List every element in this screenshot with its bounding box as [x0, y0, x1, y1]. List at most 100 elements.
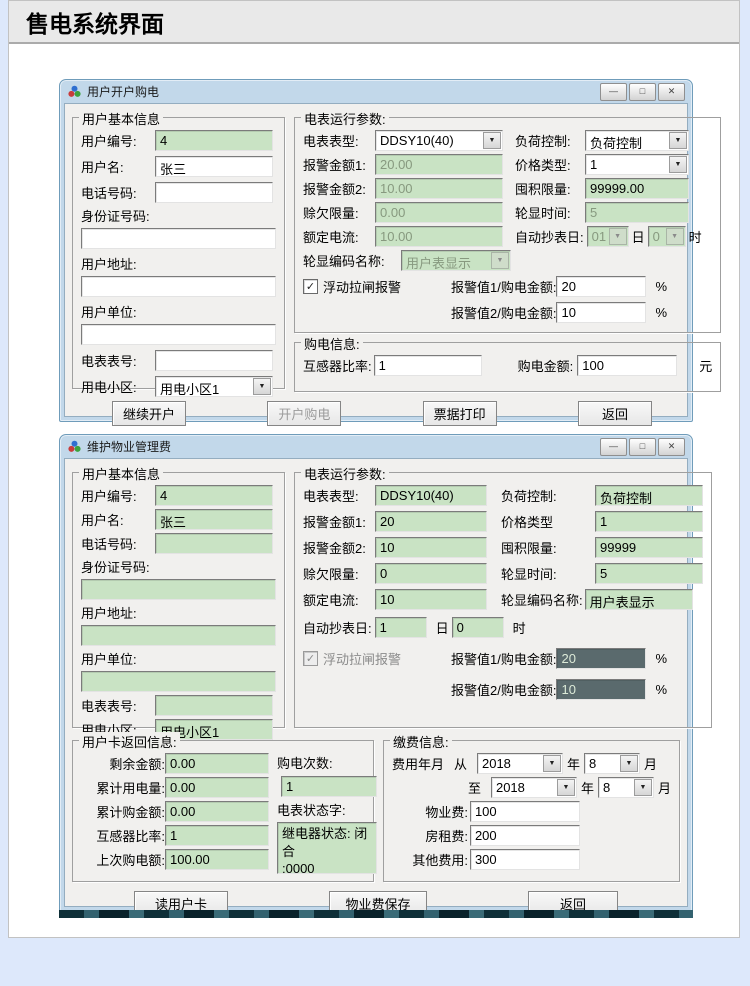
titlebar[interactable]: 用户开户购电 — □ ✕: [64, 80, 688, 103]
rated-current-field: 10: [375, 589, 487, 610]
cycle-time-label: 轮显时间:: [515, 203, 585, 222]
dropdown-arrow-icon: ▼: [669, 132, 687, 149]
alarm-value2-label: 报警值2/购电金额:: [451, 680, 556, 699]
meter-type-dropdown[interactable]: DDSY10(40) ▼: [375, 130, 503, 151]
float-alarm-checkbox-group[interactable]: ✓ 浮动拉闸报警: [303, 277, 451, 296]
content-panel: 售电系统界面 用户开户购电 — □ ✕ 用户基本信息 用户编号: 4: [8, 0, 740, 938]
group-payment-info: 缴费信息: 费用年月 从 2018 ▼ 年 8 ▼ 月 至: [383, 740, 680, 882]
unit-label: 用户单位:: [81, 649, 137, 668]
checkbox-checked-icon: ✓: [303, 651, 318, 666]
group-legend: 电表运行参数:: [301, 109, 389, 128]
unit-field: [81, 671, 276, 692]
percent-sign: %: [655, 305, 667, 320]
hoard-limit-field: 99999.00: [585, 178, 689, 199]
phone-input[interactable]: [155, 182, 273, 203]
load-control-dropdown[interactable]: 负荷控制 ▼: [585, 130, 689, 151]
address-label: 用户地址:: [81, 603, 137, 622]
checkbox-checked-icon[interactable]: ✓: [303, 279, 318, 294]
meter-type-field: DDSY10(40): [375, 485, 487, 506]
alarm-value1-label: 报警值1/购电金额:: [451, 277, 556, 296]
dropdown-arrow-icon: ▼: [669, 156, 687, 173]
load-control-label: 负荷控制:: [501, 486, 595, 505]
meter-type-label: 电表表型:: [303, 131, 375, 150]
alarm-value1-label: 报警值1/购电金额:: [451, 649, 556, 668]
user-name-input[interactable]: 张三: [155, 156, 273, 177]
year-unit-label: 年: [581, 778, 594, 797]
purchase-times-field: 1: [281, 776, 377, 797]
to-month-dropdown[interactable]: 8 ▼: [598, 777, 654, 798]
to-year-value: 2018: [492, 778, 556, 797]
from-year-dropdown[interactable]: 2018 ▼: [477, 753, 563, 774]
auto-read-label: 自动抄表日:: [515, 227, 584, 246]
rent-fee-input[interactable]: 200: [470, 825, 580, 846]
window-body: 用户基本信息 用户编号: 4 用户名: 张三 电话号码: 身份证号码: 用户地址…: [64, 458, 688, 907]
open-account-purchase-button: 开户购电: [267, 401, 341, 426]
print-receipt-button[interactable]: 票据打印: [423, 401, 497, 426]
id-input[interactable]: [81, 228, 276, 249]
dropdown-arrow-icon: ▼: [491, 252, 509, 269]
ct-ratio-input[interactable]: 1: [374, 355, 482, 376]
credit-limit-field: 0.00: [375, 202, 503, 223]
from-month-dropdown[interactable]: 8 ▼: [584, 753, 640, 774]
user-no-field: 4: [155, 130, 273, 151]
address-label: 用户地址:: [81, 254, 137, 273]
dropdown-arrow-icon: ▼: [557, 779, 575, 796]
close-button[interactable]: ✕: [658, 438, 685, 456]
to-year-dropdown[interactable]: 2018 ▼: [491, 777, 577, 798]
fee-period-label: 费用年月: [392, 754, 444, 773]
credit-limit-field: 0: [375, 563, 487, 584]
back-button[interactable]: 返回: [578, 401, 652, 426]
app-icon: [67, 84, 82, 99]
from-label: 从: [454, 754, 467, 773]
meter-no-input[interactable]: [155, 350, 273, 371]
month-unit-label: 月: [644, 754, 657, 773]
dropdown-arrow-icon: ▼: [666, 228, 684, 245]
window-title: 用户开户购电: [87, 83, 595, 100]
total-purchase-field: 0.00: [165, 801, 269, 822]
unit-input[interactable]: [81, 324, 276, 345]
minimize-button[interactable]: —: [600, 438, 627, 456]
cycle-code-label: 轮显编码名称:: [501, 590, 583, 609]
rated-current-field: 10.00: [375, 226, 503, 247]
cycle-time-label: 轮显时间:: [501, 564, 595, 583]
from-month-value: 8: [585, 754, 619, 773]
maximize-button[interactable]: □: [629, 83, 656, 101]
price-type-dropdown[interactable]: 1 ▼: [585, 154, 689, 175]
user-name-field: 张三: [155, 509, 273, 530]
purchase-times-label: 购电次数:: [277, 753, 377, 772]
total-energy-field: 0.00: [165, 777, 269, 798]
id-field: [81, 579, 276, 600]
rated-current-label: 额定电流:: [303, 227, 375, 246]
load-control-label: 负荷控制:: [515, 131, 585, 150]
alarm-value2-input[interactable]: 10: [556, 302, 646, 323]
group-purchase-info: 购电信息: 互感器比率: 1 购电金额: 100 元: [294, 342, 721, 392]
cycle-time-field: 5: [595, 563, 703, 584]
meter-type-label: 电表表型:: [303, 486, 375, 505]
meter-status-field: 继电器状态: 闭合 ;0000: [277, 822, 377, 874]
rent-fee-label: 房租费:: [392, 826, 468, 845]
alarm-value1-input[interactable]: 20: [556, 276, 646, 297]
maximize-button[interactable]: □: [629, 438, 656, 456]
total-energy-label: 累计用电量:: [81, 778, 165, 797]
titlebar[interactable]: 维护物业管理费 — □ ✕: [64, 435, 688, 458]
user-name-label: 用户名:: [81, 510, 155, 529]
user-no-label: 用户编号:: [81, 486, 155, 505]
other-fee-input[interactable]: 300: [470, 849, 580, 870]
hoard-limit-field: 99999: [595, 537, 703, 558]
purchase-amount-input[interactable]: 100: [577, 355, 677, 376]
user-no-field: 4: [155, 485, 273, 506]
continue-open-account-button[interactable]: 继续开户: [112, 401, 186, 426]
credit-limit-label: 赊欠限量:: [303, 564, 375, 583]
dropdown-arrow-icon: ▼: [483, 132, 501, 149]
minimize-button[interactable]: —: [600, 83, 627, 101]
close-button[interactable]: ✕: [658, 83, 685, 101]
alarm-amount2-field: 10.00: [375, 178, 503, 199]
window-title: 维护物业管理费: [87, 438, 595, 455]
alarm-amount2-label: 报警金额2:: [303, 538, 375, 557]
remaining-amount-field: 0.00: [165, 753, 269, 774]
district-dropdown[interactable]: 用电小区1 ▼: [155, 376, 273, 397]
address-input[interactable]: [81, 276, 276, 297]
group-legend: 电表运行参数:: [301, 464, 389, 483]
cycle-code-label: 轮显编码名称:: [303, 251, 401, 270]
property-fee-input[interactable]: 100: [470, 801, 580, 822]
